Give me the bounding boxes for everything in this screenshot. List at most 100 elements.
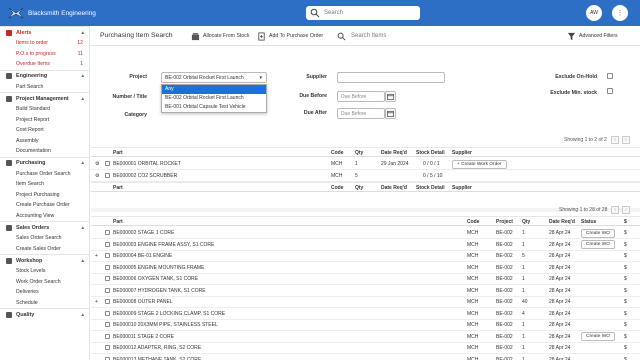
row-checkbox[interactable] xyxy=(105,173,110,178)
table-row[interactable]: BE000009 STAGE 2 LOCKING CLAMP, S1 CORE M… xyxy=(91,308,640,320)
row-checkbox[interactable] xyxy=(105,287,110,293)
row-checkbox[interactable] xyxy=(105,322,110,327)
create-wo-button[interactable]: Create WO xyxy=(581,332,615,341)
sidebar-item[interactable]: Purchase Order Search xyxy=(0,169,89,180)
next-page-button[interactable]: › xyxy=(622,206,630,214)
sidebar-alert-item[interactable]: Items to order 12 xyxy=(0,38,89,49)
price-icon[interactable]: $ xyxy=(624,322,627,328)
table-row[interactable]: + BE000004 BE-01 ENGINE MCH BE-002 5 28 Apr 2… xyxy=(91,250,640,262)
due-after-input[interactable]: Due Before xyxy=(337,108,385,119)
column-header-qty[interactable]: Qty xyxy=(355,150,363,156)
create-wo-button[interactable]: Create WO xyxy=(581,228,615,238)
project-option[interactable]: BE-001 Orbital Capsule Test Vehicle xyxy=(162,103,266,112)
row-checkbox[interactable] xyxy=(105,230,110,235)
price-icon[interactable]: $ xyxy=(624,265,627,271)
add-to-po-button[interactable]: Add To Purchase Order xyxy=(257,30,323,42)
item-search-input[interactable]: Search Items xyxy=(337,30,557,42)
row-checkbox[interactable] xyxy=(105,356,110,360)
sidebar-section-alerts[interactable]: Alerts ▴ xyxy=(0,26,89,38)
table-row[interactable]: ⚙ BE000002 CO2 SCRUBBER MCH 5 0 / 5 / 10 xyxy=(91,170,640,182)
prev-page-button[interactable]: ‹ xyxy=(611,136,619,144)
due-before-input[interactable]: Due Before xyxy=(337,91,385,102)
sidebar-section-5[interactable]: Quality ▴ xyxy=(0,308,89,320)
column-header-project[interactable]: Project xyxy=(496,219,513,225)
sidebar-item[interactable]: Create Sales Order xyxy=(0,244,89,255)
row-checkbox[interactable] xyxy=(105,241,110,247)
table-row[interactable]: ⚙ BE000001 ORBITAL ROCKET MCH 1 29 Jan 2024 0… xyxy=(91,158,640,170)
sidebar-item[interactable]: Part Search xyxy=(0,82,89,93)
row-checkbox[interactable] xyxy=(105,310,110,316)
column-header-price[interactable]: $ xyxy=(624,219,627,225)
table-row[interactable]: + BE000008 OUTER PANEL MCH BE-002 40 28 Apr 2… xyxy=(91,296,640,308)
table-row[interactable]: BE000010 20X3MM PIPE, STAINLESS STEEL MCH… xyxy=(91,319,640,331)
sidebar-item[interactable]: Accounting View xyxy=(0,211,89,222)
project-select[interactable]: BE-002 Orbital Rocket First Launch ▾ xyxy=(161,72,267,83)
expand-icon[interactable]: + xyxy=(95,299,98,305)
price-icon[interactable]: $ xyxy=(624,299,627,305)
row-checkbox[interactable] xyxy=(105,253,110,258)
row-checkbox[interactable] xyxy=(105,299,110,304)
column-header-qty[interactable]: Qty xyxy=(355,185,363,191)
calendar-icon[interactable] xyxy=(385,108,396,119)
expand-icon[interactable]: + xyxy=(95,253,98,259)
sidebar-item[interactable]: Project Report xyxy=(0,115,89,126)
sidebar-alert-item[interactable]: Overdue Items 1 xyxy=(0,59,89,70)
sidebar-section-4[interactable]: Workshop ▴ xyxy=(0,254,89,266)
create-work-order-button[interactable]: + Create Work Order xyxy=(452,159,507,169)
supplier-input[interactable] xyxy=(337,72,445,83)
column-header-date[interactable]: Date Req'd xyxy=(381,185,407,191)
price-icon[interactable]: $ xyxy=(624,276,627,282)
sidebar-section-3[interactable]: Sales Orders ▴ xyxy=(0,221,89,233)
column-header-part[interactable]: Part xyxy=(113,150,123,156)
sidebar-item[interactable]: Project Purchasing xyxy=(0,190,89,201)
avatar[interactable]: AW xyxy=(586,5,602,21)
menu-icon[interactable]: ⋮ xyxy=(612,5,628,21)
calendar-icon[interactable] xyxy=(385,91,396,102)
table-row[interactable]: BE000002 STAGE 1 CORE MCH BE-002 1 28 Apr 24… xyxy=(91,227,640,239)
row-checkbox[interactable] xyxy=(105,276,110,281)
table-row[interactable]: BE000003 ENGINE FRAME ASSY, S1 CORE MCH BE… xyxy=(91,239,640,251)
row-checkbox[interactable] xyxy=(105,161,110,166)
column-header-part[interactable]: Part xyxy=(113,185,123,191)
row-checkbox[interactable] xyxy=(105,264,110,270)
row-checkbox[interactable] xyxy=(105,333,110,339)
price-icon[interactable]: $ xyxy=(624,345,627,351)
price-icon[interactable]: $ xyxy=(624,253,627,259)
sidebar-section-2[interactable]: Purchasing ▴ xyxy=(0,156,89,169)
table-row[interactable]: BE000005 ENGINE MOUNTING FRAME MCH BE-002 1… xyxy=(91,262,640,274)
sidebar-item[interactable]: Stock Levels xyxy=(0,266,89,277)
row-checkbox[interactable] xyxy=(105,345,110,350)
allocate-from-stock-button[interactable]: Allocate From Stock xyxy=(191,30,249,42)
exclude-on-hold-checkbox[interactable] xyxy=(607,73,613,79)
price-icon[interactable]: $ xyxy=(624,242,627,248)
prev-page-button[interactable]: ‹ xyxy=(611,206,619,214)
column-header-code[interactable]: Code xyxy=(331,185,344,191)
price-icon[interactable]: $ xyxy=(624,311,627,317)
sidebar-item[interactable]: Assembly xyxy=(0,136,89,147)
brand[interactable]: Blacksmith Engineering xyxy=(8,6,168,20)
price-icon[interactable]: $ xyxy=(624,288,627,294)
column-header-status[interactable]: Status xyxy=(581,219,596,225)
sidebar-item[interactable]: Work Order Search xyxy=(0,277,89,288)
table-row[interactable]: BE000011 STAGE 2 CORE MCH BE-002 1 28 Apr 24… xyxy=(91,331,640,343)
sidebar-alert-item[interactable]: P.O.s to progress 11 xyxy=(0,49,89,60)
sidebar-section-0[interactable]: Engineering ▴ xyxy=(0,69,89,82)
column-header-date[interactable]: Date Req'd xyxy=(549,219,575,225)
sidebar-section-1[interactable]: Project Management ▴ xyxy=(0,92,89,104)
exclude-min-stock-checkbox[interactable] xyxy=(607,88,613,94)
column-header-supplier[interactable]: Supplier xyxy=(452,185,472,191)
advanced-filters-button[interactable]: Advanced Filters xyxy=(567,30,618,42)
sidebar-item[interactable]: Build Standard xyxy=(0,104,89,115)
table-row[interactable]: BE000006 OXYGEN TANK, S1 CORE MCH BE-002 1 2… xyxy=(91,273,640,285)
column-header-code[interactable]: Code xyxy=(331,150,344,156)
table-row[interactable]: BE000013 METHANE TANK, S2 CORE MCH BE-002 1… xyxy=(91,354,640,360)
global-search-input[interactable]: Search xyxy=(306,6,420,20)
price-icon[interactable]: $ xyxy=(624,334,627,340)
sidebar-item[interactable]: Item Search xyxy=(0,179,89,190)
column-header-stock[interactable]: Stock Detail xyxy=(416,150,445,156)
table-row[interactable]: BE000007 HYDROGEN TANK, S1 CORE MCH BE-002… xyxy=(91,285,640,297)
create-wo-button[interactable]: Create WO xyxy=(581,240,615,249)
sidebar-item[interactable]: Cost Report xyxy=(0,125,89,136)
column-header-qty[interactable]: Qty xyxy=(522,219,530,225)
table-row[interactable]: BE000012 ADAPTER, RING, S2 CORE MCH BE-002… xyxy=(91,342,640,354)
